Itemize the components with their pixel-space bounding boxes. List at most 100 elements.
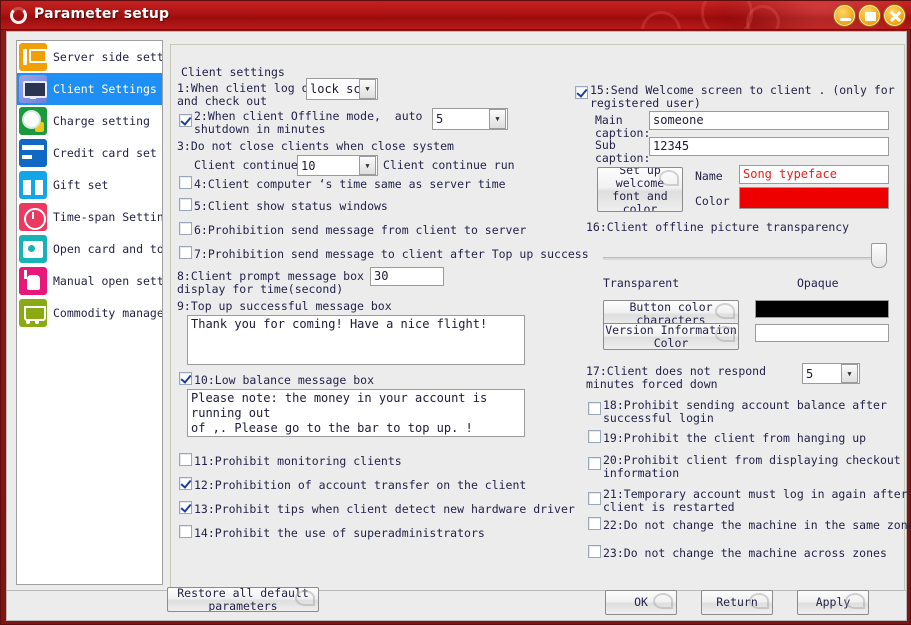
item1-label: 1:When client log out and check out [177, 81, 322, 108]
monitor-icon [19, 75, 47, 103]
item10-checkbox[interactable] [179, 372, 192, 385]
return-button[interactable]: Return [701, 590, 773, 615]
slider-min-label: Transparent [603, 276, 680, 290]
sidebar-item-open-card-and-top[interactable]: Open card and top [17, 233, 162, 265]
main-caption-label: Main caption: [595, 113, 651, 140]
sidebar-item-server-side-settings[interactable]: Server side settir [17, 41, 162, 73]
sidebar[interactable]: Server side settir Client Settings Charg… [16, 40, 163, 585]
credit-card-icon [19, 139, 47, 167]
button-color-swatch[interactable] [755, 300, 889, 318]
item2-label: 2:When client Offline mode, auto shutdow… [194, 109, 423, 136]
welcome-font-color-swatch[interactable] [739, 187, 889, 209]
window-controls [834, 5, 905, 26]
item13-checkbox[interactable] [179, 501, 192, 514]
parameter-setup-window: Parameter setup Server side settir Clien… [0, 0, 911, 625]
item14-checkbox[interactable] [179, 525, 192, 538]
sidebar-item-manual-open-settings[interactable]: Manual open settir [17, 265, 162, 297]
item12-checkbox[interactable] [179, 477, 192, 490]
sidebar-item-label: Credit card set [53, 146, 157, 160]
transparency-slider-track[interactable] [603, 257, 876, 260]
sidebar-item-gift-set[interactable]: Gift set [17, 169, 162, 201]
sidebar-item-label: Commodity manageme [53, 306, 163, 320]
id-card-icon [19, 235, 47, 263]
no-respond-minutes-combo[interactable]: 5 ▼ [802, 363, 860, 384]
item7-checkbox[interactable] [179, 246, 192, 259]
sidebar-item-label: Time-span Setting [53, 210, 163, 224]
item19-checkbox[interactable] [588, 430, 601, 443]
version-color-swatch[interactable] [755, 324, 889, 342]
item9-label: 9:Top up successful message box [177, 299, 392, 313]
circle-logo-icon [10, 7, 27, 24]
item3-label: 3:Do not close clients when close system [177, 139, 454, 153]
item20-checkbox[interactable] [588, 457, 601, 470]
item10-label: 10:Low balance message box [194, 373, 375, 387]
logout-action-value: lock scree [310, 82, 359, 96]
item6-checkbox[interactable] [179, 222, 192, 235]
sidebar-item-client-settings[interactable]: Client Settings [17, 73, 162, 105]
version-information-color-button[interactable]: Version Information Color [603, 323, 739, 350]
item3-sub-label-left: Client continue [194, 158, 298, 172]
item22-checkbox[interactable] [588, 517, 601, 530]
ok-label: OK [634, 595, 648, 609]
ok-button[interactable]: OK [605, 590, 677, 615]
sidebar-item-charge-setting[interactable]: Charge setting [17, 105, 162, 137]
sidebar-item-label: Open card and top [53, 242, 163, 256]
item4-checkbox[interactable] [179, 176, 192, 189]
sidebar-item-commodity-management[interactable]: Commodity manageme [17, 297, 162, 329]
sidebar-item-label: Server side settir [53, 50, 162, 64]
titlebar-ornament [701, 1, 753, 29]
chevron-down-icon[interactable]: ▼ [841, 364, 858, 383]
titlebar-ornament [641, 11, 681, 29]
sidebar-item-label: Client Settings [53, 82, 157, 96]
client-continue-combo[interactable]: 10 ▼ [297, 155, 378, 176]
item18-checkbox[interactable] [588, 402, 601, 415]
item23-checkbox[interactable] [588, 545, 601, 558]
item14-label: 14:Prohibit the use of superadministrato… [194, 526, 485, 540]
main-caption-input[interactable]: someone [649, 111, 889, 130]
titlebar-ornament [746, 5, 780, 29]
low-balance-message-textarea[interactable]: Please note: the money in your account i… [187, 389, 525, 437]
topup-success-message-textarea[interactable]: Thank you for coming! Have a nice flight… [187, 315, 525, 365]
sidebar-item-label: Charge setting [53, 114, 150, 128]
sidebar-item-credit-card-set[interactable]: Credit card set [17, 137, 162, 169]
item11-checkbox[interactable] [179, 453, 192, 466]
minimize-button[interactable] [834, 5, 855, 26]
transparency-slider-thumb[interactable] [871, 243, 887, 268]
logout-action-combo[interactable]: lock scree ▼ [306, 78, 378, 100]
apply-button[interactable]: Apply [797, 590, 869, 615]
font-name-label: Name [695, 169, 723, 183]
sidebar-item-label: Gift set [53, 178, 109, 192]
return-label: Return [716, 595, 758, 609]
item20-label: 20:Prohibit client from displaying check… [603, 453, 901, 480]
sub-caption-input[interactable]: 12345 [649, 137, 889, 156]
slider-max-label: Opaque [797, 276, 839, 290]
item5-checkbox[interactable] [179, 198, 192, 211]
prompt-display-time-input[interactable]: 30 [370, 267, 444, 286]
apply-label: Apply [815, 595, 851, 609]
restore-defaults-button[interactable]: Restore all default parameters [167, 587, 319, 612]
chevron-down-icon[interactable]: ▼ [359, 79, 376, 99]
item2-checkbox[interactable] [179, 114, 192, 127]
sidebar-item-label: Manual open settir [53, 274, 162, 288]
item12-label: 12:Prohibition of account transfer on th… [194, 478, 527, 492]
maximize-button[interactable] [859, 5, 880, 26]
footer-bar: Restore all default parameters OK Return… [6, 587, 907, 621]
sub-caption-label: Sub caption: [595, 138, 651, 165]
item13-label: 13:Prohibit tips when client detect new … [194, 502, 575, 516]
item18-label: 18:Prohibit sending account balance afte… [603, 398, 887, 425]
offline-shutdown-minutes-combo[interactable]: 5 ▼ [432, 108, 508, 130]
client-continue-value: 10 [301, 158, 316, 173]
setup-welcome-font-color-button[interactable]: Set up welcome font and color [597, 167, 683, 212]
item23-label: 23:Do not change the machine across zone… [603, 546, 887, 560]
item21-label: 21:Temporary account must log in again a… [603, 487, 908, 514]
sidebar-item-time-span-setting[interactable]: Time-span Setting [17, 201, 162, 233]
window-title: Parameter setup [34, 6, 170, 22]
item15-checkbox[interactable] [575, 86, 588, 99]
item6-label: 6:Prohibition send message from client t… [194, 223, 527, 237]
chevron-down-icon[interactable]: ▼ [359, 156, 376, 175]
hand-pointer-icon [19, 267, 47, 295]
close-button[interactable] [884, 5, 905, 26]
chevron-down-icon[interactable]: ▼ [489, 109, 506, 129]
item21-checkbox[interactable] [588, 492, 601, 505]
groupbox-legend: Client settings [177, 65, 289, 79]
